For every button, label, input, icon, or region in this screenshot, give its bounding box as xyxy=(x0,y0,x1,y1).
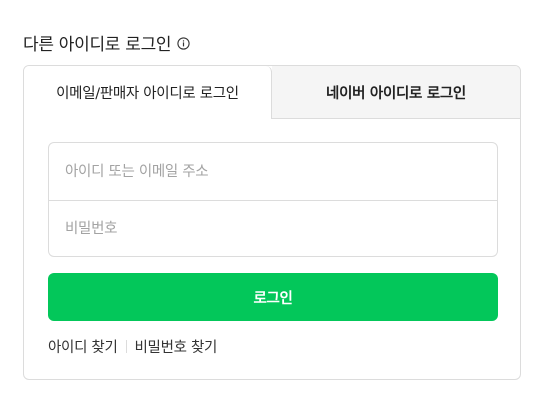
login-card: 이메일/판매자 아이디로 로그인 네이버 아이디로 로그인 로그인 아이디 찾기… xyxy=(23,65,521,380)
account-recovery-links: 아이디 찾기 비밀번호 찾기 xyxy=(48,336,217,357)
tab-email-seller-login[interactable]: 이메일/판매자 아이디로 로그인 xyxy=(24,66,272,119)
find-password-link[interactable]: 비밀번호 찾기 xyxy=(135,336,218,357)
link-divider xyxy=(125,340,127,353)
password-input[interactable] xyxy=(49,201,497,256)
id-input[interactable] xyxy=(49,143,497,200)
tab-naver-login[interactable]: 네이버 아이디로 로그인 xyxy=(272,66,520,119)
login-page: 다른 아이디로 로그인 이메일/판매자 아이디로 로그인 네이버 아이디로 로그… xyxy=(0,0,550,407)
page-title: 다른 아이디로 로그인 xyxy=(23,30,190,55)
tab-label: 네이버 아이디로 로그인 xyxy=(326,85,466,102)
login-button[interactable]: 로그인 xyxy=(48,273,498,321)
id-field-row xyxy=(49,143,497,200)
credentials-group xyxy=(48,142,498,257)
find-id-link[interactable]: 아이디 찾기 xyxy=(48,336,118,357)
password-field-row xyxy=(49,200,497,256)
page-title-text: 다른 아이디로 로그인 xyxy=(23,35,172,55)
tab-label: 이메일/판매자 아이디로 로그인 xyxy=(56,86,239,102)
login-tabs: 이메일/판매자 아이디로 로그인 네이버 아이디로 로그인 xyxy=(24,66,520,119)
info-circle-icon[interactable] xyxy=(176,36,190,50)
